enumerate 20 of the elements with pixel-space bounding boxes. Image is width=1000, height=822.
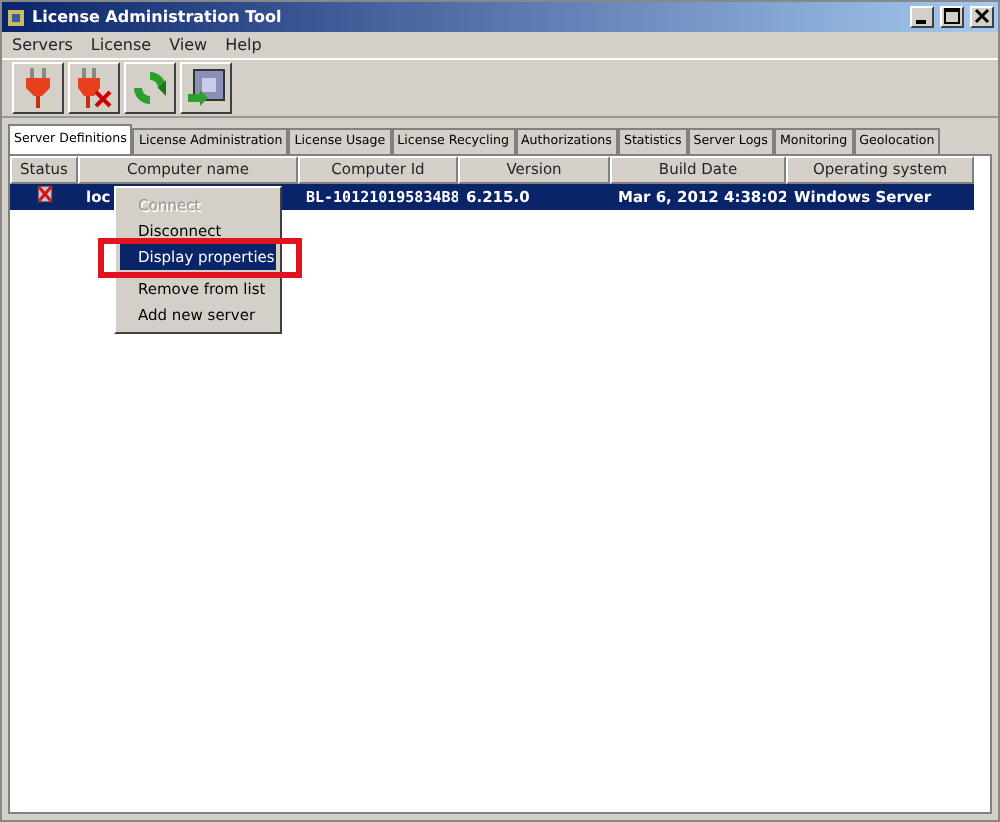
toolbar-button[interactable] <box>180 62 232 114</box>
properties-icon <box>186 68 226 108</box>
unplug-icon <box>76 68 112 108</box>
maximize-button[interactable] <box>940 6 964 28</box>
minimize-button[interactable] <box>910 6 934 28</box>
toolbar-button[interactable] <box>12 62 64 114</box>
toolbar-button[interactable] <box>124 62 176 114</box>
menu-item[interactable]: License <box>90 33 152 57</box>
plug-icon <box>22 68 54 108</box>
toolbar-button[interactable] <box>68 62 120 114</box>
server-status-icon <box>35 184 53 204</box>
menu-item[interactable]: View <box>169 33 208 57</box>
menu-item[interactable]: Servers <box>12 33 73 57</box>
window-title: License Administration Tool <box>32 5 282 29</box>
close-icon <box>974 8 990 25</box>
app-icon <box>6 7 26 27</box>
menu-item[interactable]: Help <box>225 33 262 57</box>
maximize-icon <box>944 8 960 25</box>
refresh-icon <box>130 68 170 108</box>
close-button[interactable] <box>970 6 994 28</box>
